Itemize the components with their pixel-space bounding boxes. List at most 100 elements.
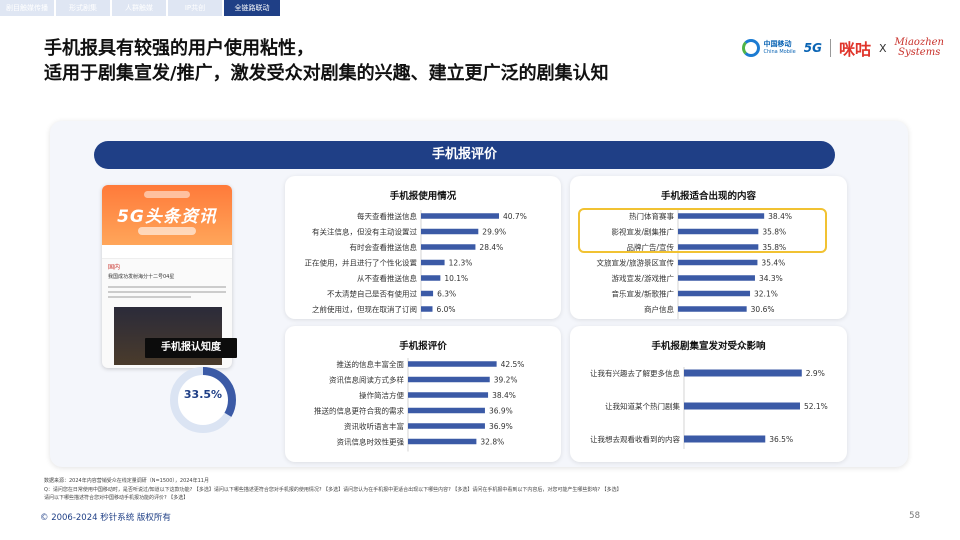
china-mobile-icon — [742, 39, 761, 57]
category-label: 资讯信息时效性更强 — [337, 437, 405, 447]
category-label: 资讯信息阅读方式多样 — [329, 375, 404, 385]
category-label: 资讯收听语言丰富 — [344, 421, 404, 431]
phone-row — [102, 245, 232, 259]
tab-4-active[interactable]: 全链路联动 — [224, 0, 280, 16]
bar — [421, 244, 476, 250]
5g-logo: 5G — [803, 41, 822, 55]
china-mobile-cn: 中国移动 — [763, 40, 792, 48]
value-label: 2.9% — [806, 369, 825, 378]
partner-logos: 中国移动 China Mobile 5G 咪咕 X Miaozhen Syste… — [742, 36, 944, 60]
value-label: 38.4% — [492, 391, 516, 400]
category-label: 推送的信息更符合我的需求 — [314, 406, 404, 416]
bar — [408, 423, 485, 429]
china-mobile-en: China Mobile — [763, 49, 796, 55]
highlight-box — [578, 208, 827, 253]
value-label: 6.0% — [437, 305, 456, 314]
section-tabs: 剧目触媒传播 形式剧集 人群触媒 IP共创 全链路联动 — [0, 0, 280, 16]
china-mobile-logo: 中国移动 China Mobile — [742, 39, 796, 57]
category-label: 每天查看推送信息 — [357, 211, 417, 221]
section-banner: 手机报评价 — [94, 141, 835, 169]
value-label: 42.5% — [501, 360, 525, 369]
bar — [678, 259, 758, 266]
bar — [408, 376, 490, 383]
bar — [421, 259, 445, 266]
category-label: 音乐宣发/新歌推广 — [611, 289, 674, 299]
chart-card-usage: 手机报使用情况 每天查看推送信息 40.7% 有关注信息，但没有主动设置过 29.9%… — [285, 176, 561, 319]
tab-1[interactable]: 形式剧集 — [56, 0, 110, 16]
tab-2[interactable]: 人群触媒 — [112, 0, 166, 16]
bar — [684, 369, 802, 377]
phone-text-lines — [102, 281, 232, 303]
value-label: 32.1% — [754, 290, 778, 299]
chart-impact: 让我有兴趣去了解更多信息 2.9% 让我知道某个热门剧集 52.1% 让我想去观看收看到… — [590, 367, 828, 449]
bar — [421, 213, 500, 219]
awareness-label: 手机报认知度 — [145, 338, 237, 358]
value-label: 36.9% — [489, 407, 513, 416]
category-label: 让我知道某个热门剧集 — [605, 401, 680, 411]
migu-logo: 咪咕 — [838, 40, 871, 59]
phone-pill-2 — [138, 227, 196, 235]
bar — [408, 361, 497, 367]
footnote-questions-2: 请问以下哪些描述符合您对中国移动手机报功能的评价? 【多选】 — [44, 495, 189, 502]
category-label: 操作简洁方便 — [359, 390, 404, 400]
category-label: 文旅宣发/旅游景区宣传 — [596, 258, 674, 268]
bar — [678, 275, 755, 281]
bar — [684, 435, 766, 443]
chart-evaluation: 推送的信息丰富全面 42.5% 资讯信息阅读方式多样 39.2% 操作简洁方便 38.4%… — [314, 358, 525, 452]
footnote-source: 数据来源：2024年内容营销受众在线定量调研（N=1500），2024年11月 — [44, 478, 209, 484]
footnote: 数据来源：2024年内容营销受众在线定量调研（N=1500），2024年11月 … — [44, 477, 622, 503]
category-label: 有关注信息，但没有主动设置过 — [312, 227, 417, 237]
value-label: 30.6% — [751, 305, 775, 314]
bar — [408, 392, 489, 398]
phone-headline: 5G头条资讯 — [117, 207, 217, 227]
value-label: 36.5% — [769, 435, 793, 444]
bar — [408, 438, 477, 445]
value-label: 32.8% — [480, 438, 504, 447]
category-label: 正在使用，并且进行了个性化设置 — [305, 258, 418, 268]
phone-pill — [144, 191, 190, 198]
phone-news-title: 我国成功发射海分十二号04星 — [108, 274, 175, 280]
chart-card-impact: 手机报剧集宣发对受众影响 让我有兴趣去了解更多信息 2.9% 让我知道某个热门剧集 5… — [570, 326, 847, 462]
value-label: 28.4% — [479, 243, 503, 252]
value-label: 35.4% — [761, 259, 785, 268]
value-label: 52.1% — [804, 402, 828, 411]
bar — [678, 290, 751, 297]
value-label: 36.9% — [489, 422, 513, 431]
page-number: 58 — [909, 511, 920, 521]
category-label: 不太清楚自己是否有使用过 — [327, 289, 417, 299]
value-label: 34.3% — [759, 274, 783, 283]
footnote-questions: Q：请问您在日常使用中国移动时，是否听说过/知道以下这款功能? 【多选】请问以下… — [44, 486, 622, 493]
value-label: 12.3% — [449, 259, 473, 268]
bar — [421, 306, 433, 312]
value-label: 40.7% — [503, 212, 527, 221]
copyright: © 2006-2024 秒针系统 版权所有 — [40, 513, 171, 523]
category-label: 之前使用过，但现在取消了订阅 — [312, 304, 417, 314]
bar — [421, 290, 434, 297]
category-label: 商户信息 — [644, 304, 674, 314]
category-label: 推送的信息丰富全面 — [337, 359, 405, 369]
page-title: 手机报具有较强的用户使用粘性， 适用于剧集宣发/推广，激发受众对剧集的兴趣、建立… — [44, 36, 609, 86]
value-label: 10.1% — [444, 274, 468, 283]
tab-3[interactable]: IP共创 — [168, 0, 222, 16]
logo-divider — [829, 39, 831, 57]
awareness-value: 33.5% — [183, 388, 223, 401]
miaozhen-logo: Miaozhen Systems — [895, 38, 945, 58]
bar — [684, 402, 800, 410]
title-line-2: 适用于剧集宣发/推广，激发受众对剧集的兴趣、建立更广泛的剧集认知 — [44, 63, 609, 84]
value-label: 29.9% — [482, 228, 506, 237]
chart-usage: 每天查看推送信息 40.7% 有关注信息，但没有主动设置过 29.9% 有时会查看推送信… — [305, 210, 527, 319]
category-label: 让我有兴趣去了解更多信息 — [590, 368, 680, 378]
title-line-1: 手机报具有较强的用户使用粘性， — [44, 38, 314, 59]
phone-category: 国内 — [108, 264, 121, 271]
miaozhen-line-2: Systems — [898, 47, 941, 58]
chart-card-evaluation: 手机报评价 推送的信息丰富全面 42.5% 资讯信息阅读方式多样 39.2% 操作简洁方… — [285, 326, 561, 462]
value-label: 6.3% — [437, 290, 456, 299]
tab-0[interactable]: 剧目触媒传播 — [0, 0, 54, 16]
category-label: 让我想去观看收看到的内容 — [590, 434, 680, 444]
bar — [408, 407, 485, 414]
value-label: 39.2% — [494, 376, 518, 385]
bar — [421, 228, 479, 235]
phone-header: 5G头条资讯 — [102, 185, 232, 245]
bar — [421, 275, 441, 281]
bar — [678, 306, 747, 312]
